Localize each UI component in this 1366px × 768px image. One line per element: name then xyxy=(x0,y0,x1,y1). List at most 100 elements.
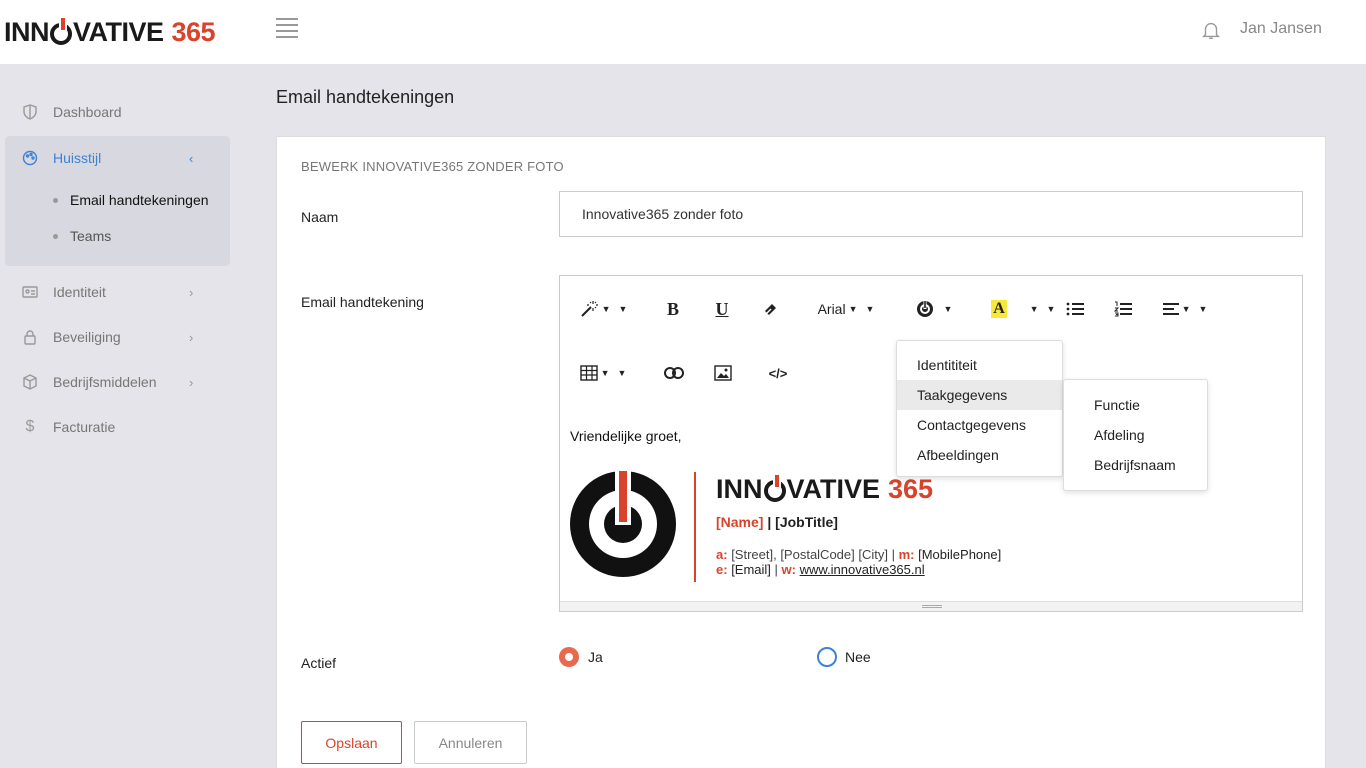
editor-resize-handle[interactable] xyxy=(560,601,1302,611)
power-icon xyxy=(763,475,786,502)
eraser-icon xyxy=(765,304,776,315)
sidebar-subitem-label: Teams xyxy=(70,228,112,244)
sidebar-item-label: Facturatie xyxy=(53,419,116,435)
paragraph-align-dropdown[interactable]: ▼ ▼ xyxy=(1160,298,1210,320)
signature-contact-line: e: [Email] | w: www.innovative365.nl xyxy=(716,562,925,577)
numbered-list-icon xyxy=(1114,301,1132,317)
image-button[interactable] xyxy=(712,362,734,384)
sidebar-item-label: Huisstijl xyxy=(53,150,102,166)
sig-mobile: [MobilePhone] xyxy=(918,547,1002,562)
sidebar-subitem-email-handtekeningen[interactable]: Email handtekeningen xyxy=(53,190,209,210)
font-family-value: Arial xyxy=(817,301,846,317)
actief-label: Actief xyxy=(301,655,337,671)
text-color-icon: A xyxy=(991,300,1007,318)
bold-button[interactable]: B xyxy=(662,298,684,320)
id-card-icon xyxy=(21,283,39,301)
radio-nee-label: Nee xyxy=(845,649,871,665)
submenu-item-afdeling[interactable]: Afdeling xyxy=(1064,420,1207,450)
chevron-left-icon: ‹ xyxy=(189,150,194,166)
lock-icon xyxy=(21,328,39,346)
sidebar-item-facturatie[interactable]: $ Facturatie xyxy=(5,409,230,445)
code-icon: </> xyxy=(768,365,788,381)
bullet-list-button[interactable] xyxy=(1064,298,1086,320)
logo-text-right: VATIVE xyxy=(73,17,164,47)
sig-w-label: w: xyxy=(781,562,796,577)
sidebar-subitem-teams[interactable]: Teams xyxy=(53,226,111,246)
sig-m-label: m: xyxy=(898,547,915,562)
signature-label: Email handtekening xyxy=(301,294,424,310)
placeholder-insert-dropdown[interactable]: ▼ xyxy=(914,298,954,320)
actief-radio-nee[interactable] xyxy=(817,647,837,667)
save-button[interactable]: Opslaan xyxy=(301,721,402,764)
actief-radio-ja[interactable] xyxy=(559,647,579,667)
sidebar-item-label: Beveiliging xyxy=(53,329,121,345)
link-icon xyxy=(664,367,684,379)
sidebar-item-beveiliging[interactable]: Beveiliging › xyxy=(5,319,230,355)
style-dropdown[interactable]: ▼ ▼ xyxy=(578,298,628,320)
brand-logo[interactable]: INN VATIVE 365 xyxy=(4,14,216,48)
dropdown-item-identititeit[interactable]: Identititeit xyxy=(897,350,1062,380)
sig-brand-left: INN xyxy=(716,474,763,504)
top-bar: INN VATIVE 365 Jan Jansen xyxy=(0,0,1366,64)
bullet-list-icon xyxy=(1066,302,1084,316)
cancel-button[interactable]: Annuleren xyxy=(414,721,527,764)
bell-icon[interactable] xyxy=(1200,18,1222,42)
sig-name-placeholder: [Name] xyxy=(716,514,764,530)
submenu-item-bedrijfsnaam[interactable]: Bedrijfsnaam xyxy=(1064,450,1207,480)
dropdown-item-contactgegevens[interactable]: Contactgegevens xyxy=(897,410,1062,440)
naam-input[interactable] xyxy=(559,191,1303,237)
sidebar-item-label: Dashboard xyxy=(53,104,122,120)
radio-ja-label: Ja xyxy=(588,649,603,665)
signature-address-line: a: [Street], [PostalCode] [City] | m: [M… xyxy=(716,547,1001,562)
sig-email: [Email] xyxy=(731,562,771,577)
color-dropdown[interactable]: ▼ ▼ xyxy=(1026,298,1056,320)
shield-icon xyxy=(21,103,39,121)
bullet-icon xyxy=(53,197,58,203)
bullet-icon xyxy=(53,233,58,239)
font-family-select[interactable]: Arial ▼ ▼ xyxy=(814,298,878,320)
link-button[interactable] xyxy=(662,362,686,384)
sidebar-item-dashboard[interactable]: Dashboard xyxy=(5,94,230,130)
sig-separator: | xyxy=(763,514,776,530)
underline-button[interactable]: U xyxy=(711,298,733,320)
card-title: BEWERK INNOVATIVE365 ZONDER FOTO xyxy=(301,159,564,174)
sig-a-label: a: xyxy=(716,547,728,562)
dropdown-item-afbeeldingen[interactable]: Afbeeldingen xyxy=(897,440,1062,470)
magic-wand-icon xyxy=(580,301,598,317)
box-icon xyxy=(21,373,39,391)
signature-name-line: [Name] | [JobTitle] xyxy=(716,514,838,530)
signature-logo-image xyxy=(570,471,676,577)
chevron-right-icon: › xyxy=(189,284,194,300)
page-title: Email handtekeningen xyxy=(276,87,455,107)
dropdown-item-taakgegevens[interactable]: Taakgegevens xyxy=(897,380,1062,410)
text-color-button[interactable]: A xyxy=(988,298,1010,320)
sig-pipe: | xyxy=(887,547,899,562)
table-dropdown[interactable]: ▼ ▼ xyxy=(578,362,628,384)
sig-jobtitle-placeholder: [JobTitle] xyxy=(775,514,838,530)
naam-label: Naam xyxy=(301,209,339,225)
eraser-button[interactable] xyxy=(760,298,782,320)
editor-greeting[interactable]: Vriendelijke groet, xyxy=(570,428,682,444)
sig-website-link[interactable]: www.innovative365.nl xyxy=(800,562,925,577)
code-view-button[interactable]: </> xyxy=(764,362,792,384)
image-icon xyxy=(714,365,732,381)
palette-icon xyxy=(21,149,39,167)
signature-brand-logo: INN VATIVE 365 xyxy=(716,474,933,505)
menu-toggle-icon[interactable] xyxy=(276,18,298,38)
power-icon xyxy=(50,18,72,45)
sidebar-subitem-label: Email handtekeningen xyxy=(70,192,209,208)
sig-e-label: e: xyxy=(716,562,728,577)
table-icon xyxy=(579,365,598,381)
submenu-item-functie[interactable]: Functie xyxy=(1064,390,1207,420)
sidebar-item-huisstijl[interactable]: Huisstijl ‹ xyxy=(5,140,230,176)
sig-pipe: | xyxy=(770,562,782,577)
numbered-list-button[interactable] xyxy=(1112,298,1134,320)
sidebar-item-identiteit[interactable]: Identiteit › xyxy=(5,274,230,310)
align-left-icon xyxy=(1162,303,1179,315)
sidebar-item-label: Bedrijfsmiddelen xyxy=(53,374,157,390)
sig-address: [Street], [PostalCode] [City] xyxy=(731,547,888,562)
user-menu[interactable]: Jan Jansen xyxy=(1240,20,1322,38)
sig-brand-right: VATIVE xyxy=(786,474,881,504)
logo-number: 365 xyxy=(171,17,216,47)
sidebar-item-bedrijfsmiddelen[interactable]: Bedrijfsmiddelen › xyxy=(5,364,230,400)
